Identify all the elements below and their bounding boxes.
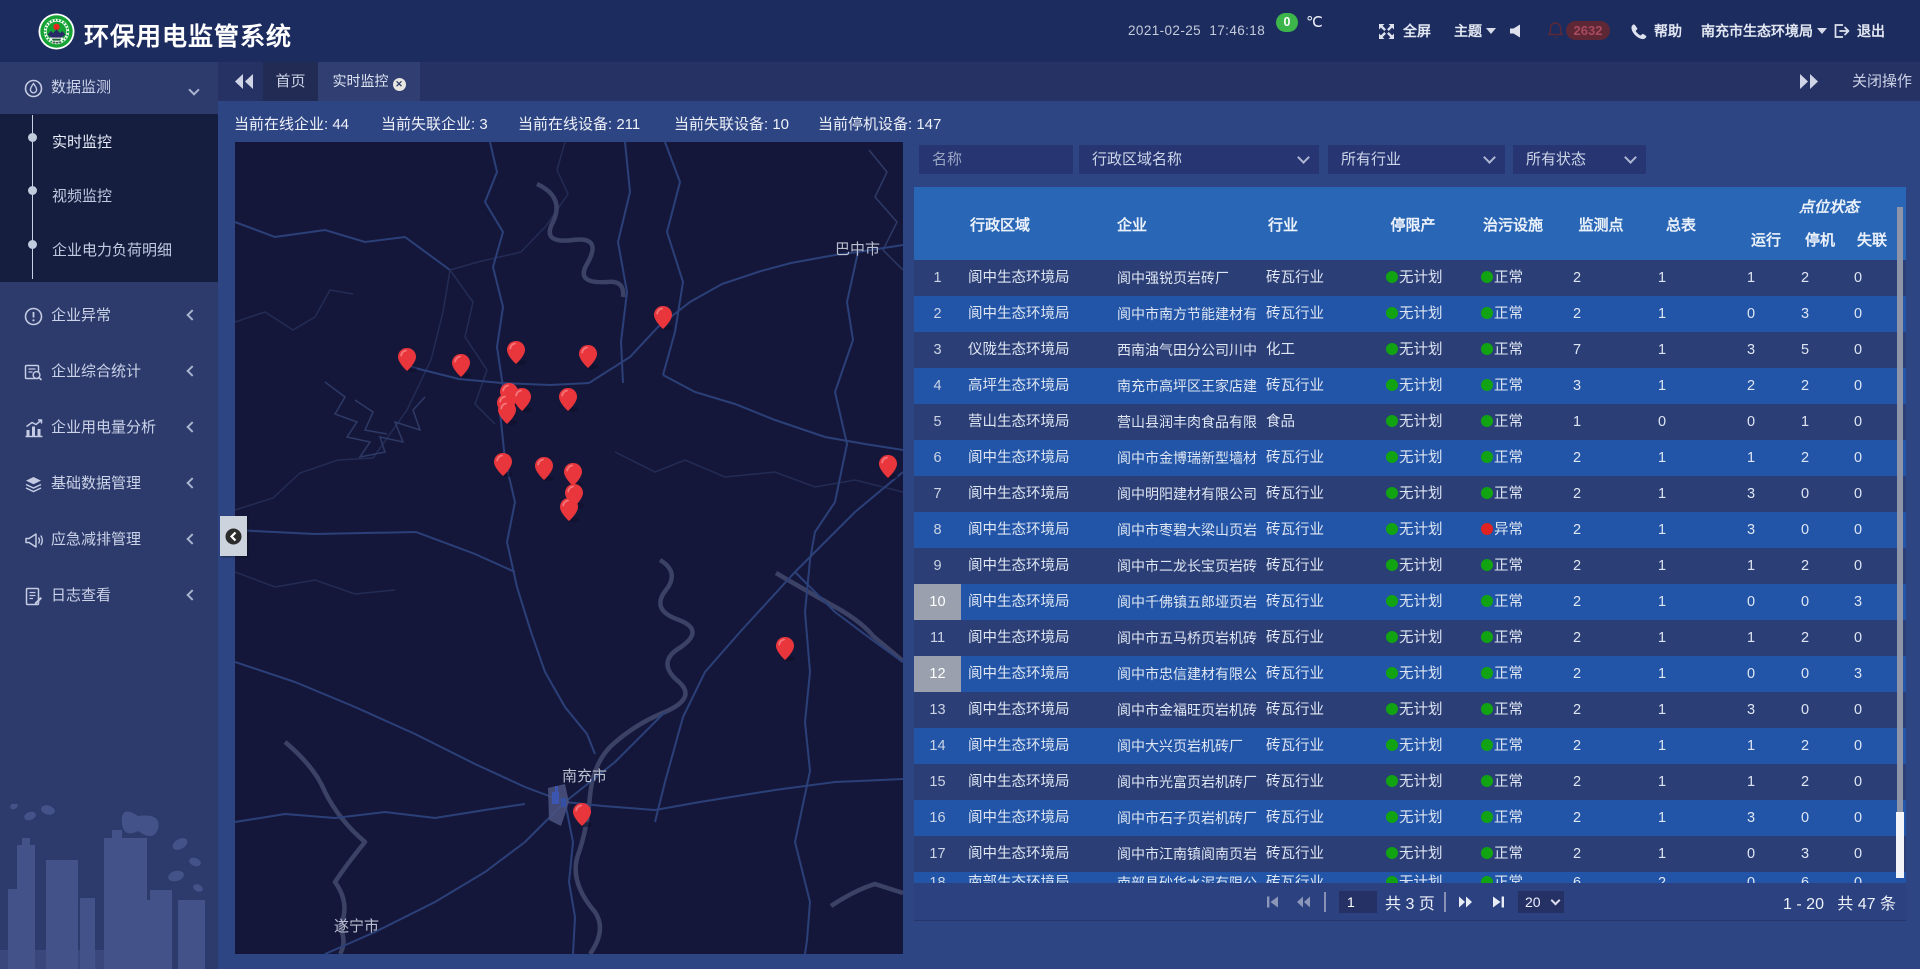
svg-text:巴中市: 巴中市 — [835, 241, 880, 258]
svg-text:遂宁市: 遂宁市 — [334, 918, 379, 935]
svg-text:南充市: 南充市 — [562, 768, 607, 785]
